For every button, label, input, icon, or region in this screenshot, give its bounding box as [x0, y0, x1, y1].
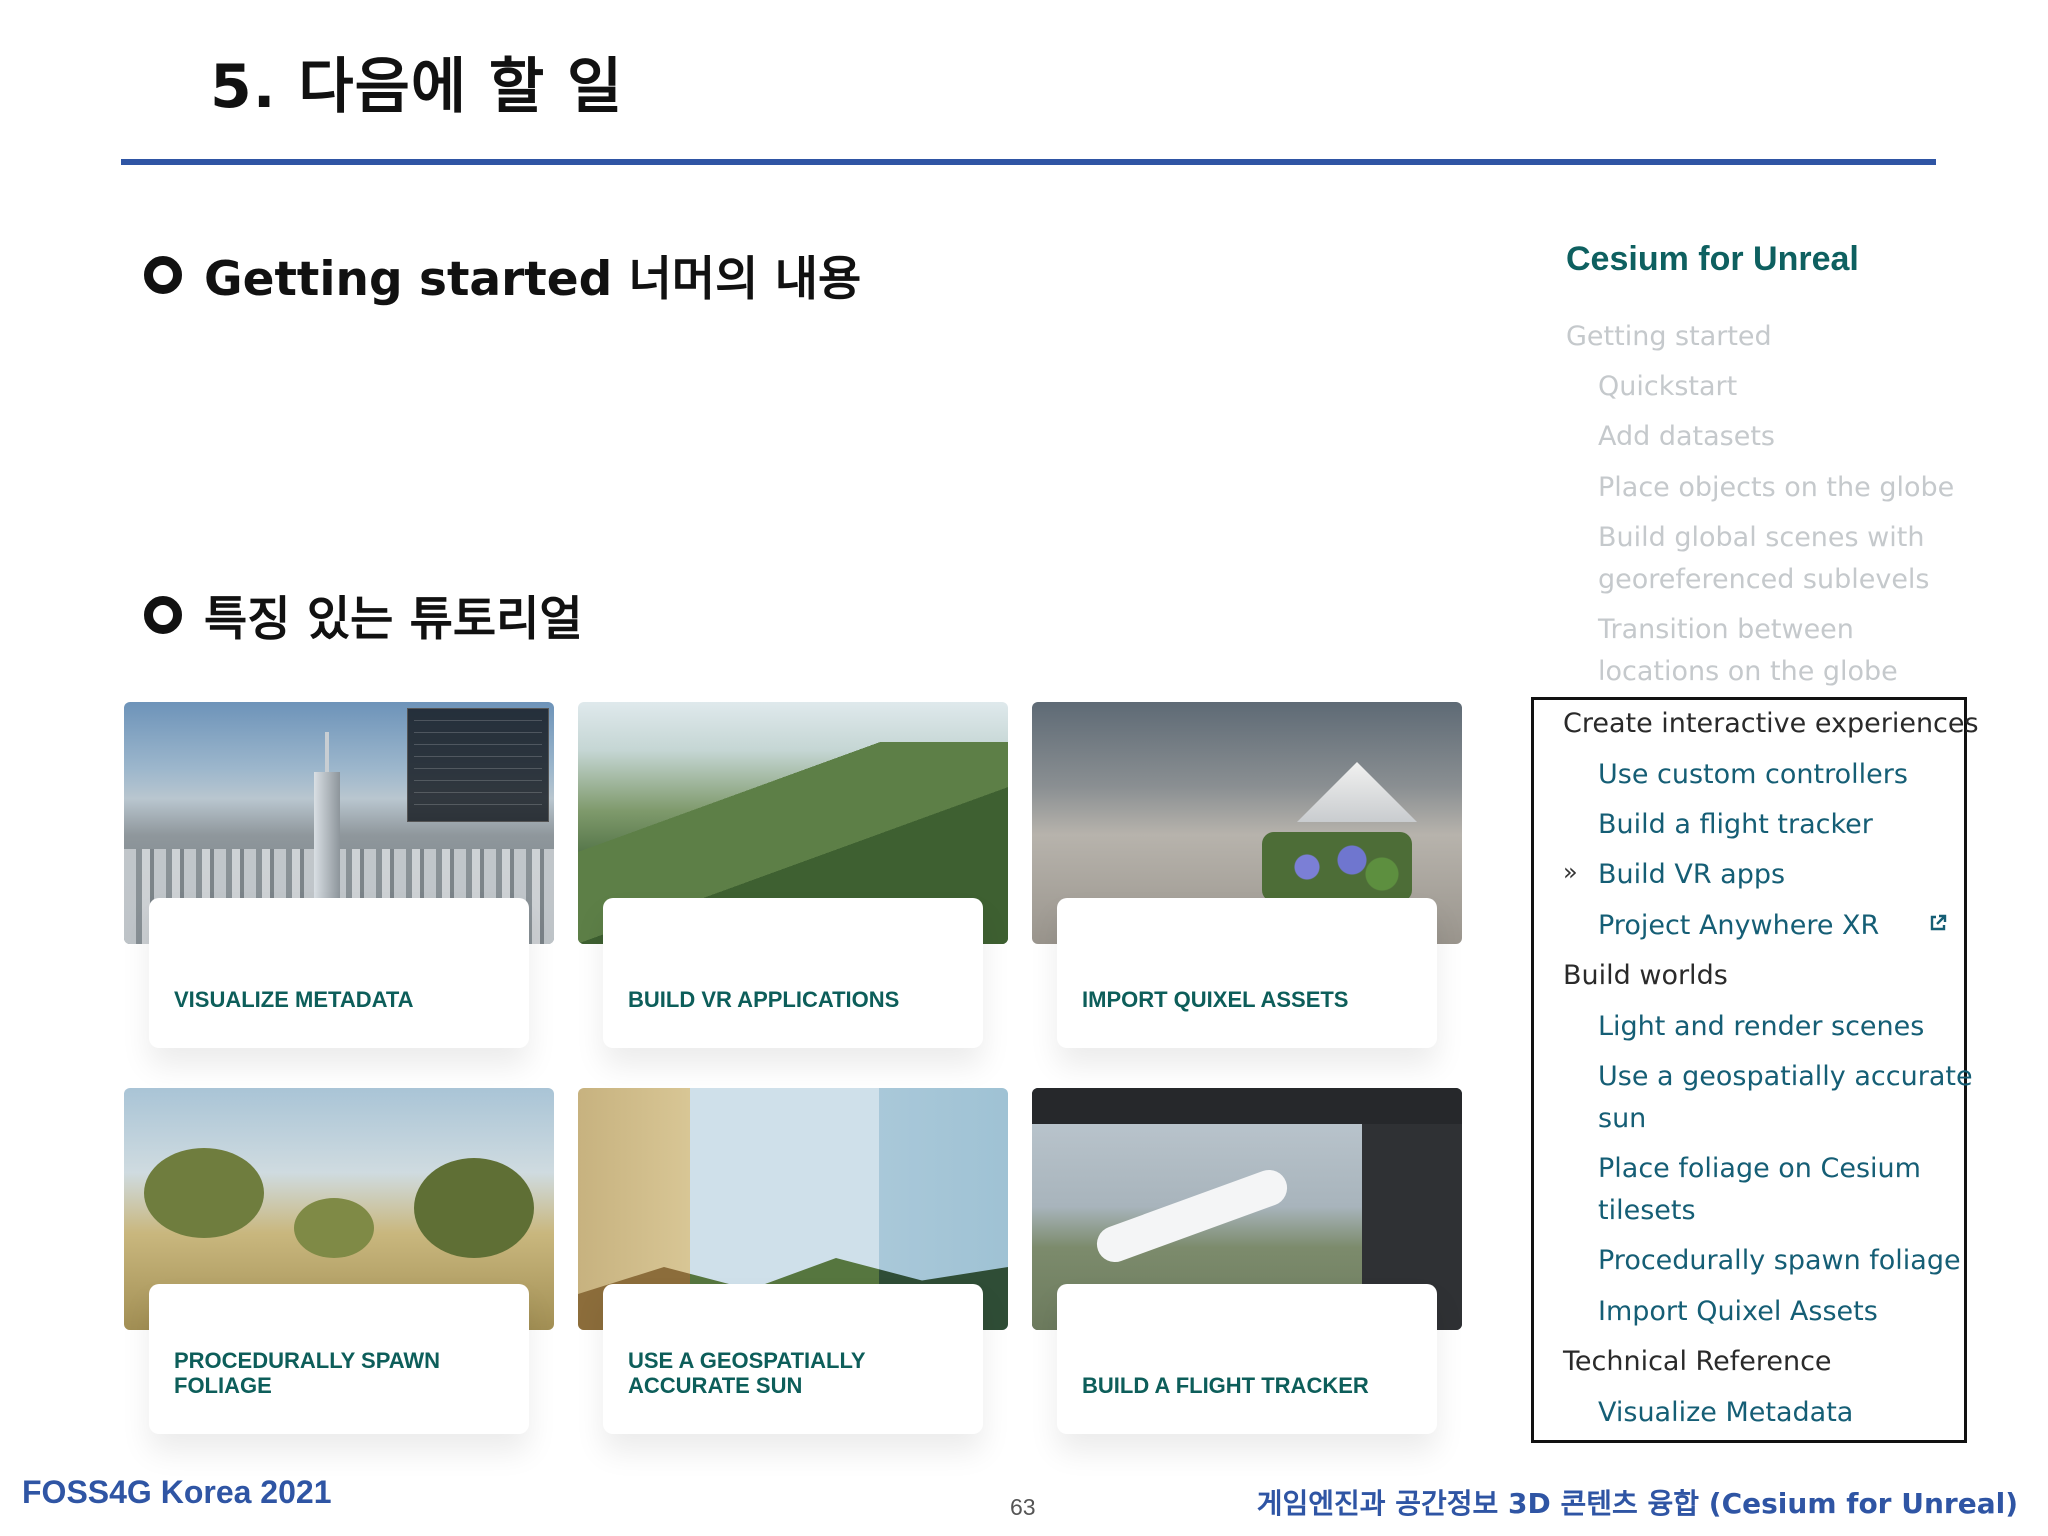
card-label[interactable]: USE A GEOSPATIALLY ACCURATE SUN — [628, 1348, 988, 1398]
nav-item-quickstart[interactable]: Quickstart — [1598, 366, 1737, 408]
page-number: 63 — [1010, 1494, 1036, 1520]
bullet-featured-tutorials: 특징 있는 튜토리얼 — [144, 580, 583, 649]
nav-item-add-datasets[interactable]: Add datasets — [1598, 416, 1775, 458]
card-label[interactable]: VISUALIZE METADATA — [174, 987, 534, 1012]
nav-item-place-objects[interactable]: Place objects on the globe — [1598, 467, 1954, 509]
card-label[interactable]: BUILD A FLIGHT TRACKER — [1082, 1373, 1442, 1398]
title-divider — [121, 159, 1936, 165]
nav-item-flight-tracker[interactable]: Build a flight tracker — [1598, 804, 1873, 846]
nav-item-custom-controllers[interactable]: Use custom controllers — [1598, 754, 1908, 796]
nav-item-transition-cont[interactable]: locations on the globe — [1598, 651, 1898, 693]
bullet-text: Getting started 너머의 내용 — [204, 252, 862, 307]
bullet-circle-icon — [144, 255, 182, 294]
nav-item-visualize-metadata[interactable]: Visualize Metadata — [1598, 1392, 1853, 1434]
card-panel — [1057, 1284, 1437, 1434]
nav-item-place-foliage-cont[interactable]: tilesets — [1598, 1190, 1696, 1232]
slide-title: 5. 다음에 할 일 — [210, 52, 624, 122]
tutorial-card-import-quixel[interactable]: IMPORT QUIXEL ASSETS — [1032, 702, 1462, 1052]
nav-item-geospatial-sun[interactable]: Use a geospatially accurate — [1598, 1056, 1973, 1098]
sidebar-title[interactable]: Cesium for Unreal — [1566, 240, 1859, 279]
card-panel — [1057, 898, 1437, 1048]
card-panel — [603, 898, 983, 1048]
card-label[interactable]: BUILD VR APPLICATIONS — [628, 987, 988, 1012]
bullet-text: 특징 있는 튜토리얼 — [204, 592, 583, 647]
tutorial-card-geospatial-sun[interactable]: USE A GEOSPATIALLY ACCURATE SUN — [578, 1088, 1008, 1438]
external-link-icon[interactable] — [1928, 913, 1948, 933]
nav-item-global-scenes[interactable]: Build global scenes with — [1598, 517, 1924, 559]
footer-event: FOSS4G Korea 2021 — [22, 1474, 332, 1510]
nav-item-spawn-foliage[interactable]: Procedurally spawn foliage — [1598, 1240, 1961, 1282]
nav-heading-getting-started[interactable]: Getting started — [1566, 316, 1772, 358]
nav-item-geospatial-sun-cont[interactable]: sun — [1598, 1098, 1646, 1140]
card-panel — [149, 898, 529, 1048]
tutorial-card-flight-tracker[interactable]: BUILD A FLIGHT TRACKER — [1032, 1088, 1462, 1438]
nav-item-place-foliage[interactable]: Place foliage on Cesium — [1598, 1148, 1921, 1190]
tutorial-card-build-vr[interactable]: BUILD VR APPLICATIONS — [578, 702, 1008, 1052]
nav-heading-build-worlds[interactable]: Build worlds — [1563, 955, 1728, 997]
card-label[interactable]: IMPORT QUIXEL ASSETS — [1082, 987, 1442, 1012]
nav-item-transition[interactable]: Transition between — [1598, 609, 1854, 651]
nav-item-global-scenes-cont[interactable]: georeferenced sublevels — [1598, 559, 1930, 601]
nav-heading-technical-reference[interactable]: Technical Reference — [1563, 1341, 1832, 1383]
current-page-chevron-icon: » — [1563, 858, 1578, 886]
nav-heading-interactive[interactable]: Create interactive experiences — [1563, 703, 1979, 745]
card-label[interactable]: PROCEDURALLY SPAWN FOLIAGE — [174, 1348, 534, 1398]
bullet-circle-icon — [144, 595, 182, 634]
nav-item-project-anywhere-xr[interactable]: Project Anywhere XR — [1598, 905, 1879, 947]
nav-item-light-render[interactable]: Light and render scenes — [1598, 1006, 1924, 1048]
nav-item-vr-apps[interactable]: Build VR apps — [1598, 854, 1785, 896]
metadata-panel — [407, 708, 549, 822]
tutorial-card-visualize-metadata[interactable]: VISUALIZE METADATA — [124, 702, 554, 1052]
tutorial-card-spawn-foliage[interactable]: PROCEDURALLY SPAWN FOLIAGE — [124, 1088, 554, 1438]
footer-talk-title: 게임엔진과 공간정보 3D 콘텐츠 융합 (Cesium for Unreal) — [1256, 1487, 2018, 1520]
bullet-beyond-getting-started: Getting started 너머의 내용 — [144, 240, 861, 309]
nav-item-import-quixel[interactable]: Import Quixel Assets — [1598, 1291, 1878, 1333]
